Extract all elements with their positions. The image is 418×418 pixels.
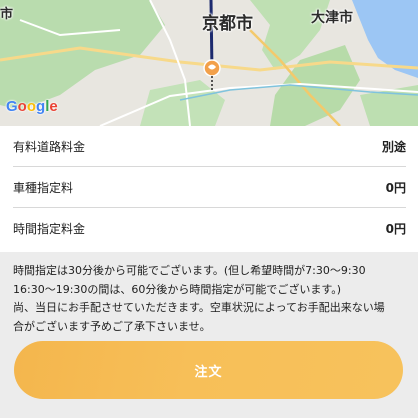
fee-value: 別途	[381, 140, 406, 154]
google-logo: Google	[6, 98, 58, 115]
notice-line: 16:30～19:30の間は、60分後から時間指定が可能でございます。)	[13, 282, 342, 296]
fee-label: 時間指定料金	[13, 222, 86, 236]
map-label-otsu: 大津市	[311, 10, 353, 26]
notice-line: 時間指定は30分後から可能でございます。(但し希望時間が7:30～9:30	[13, 264, 366, 277]
order-button-label: 注文	[194, 364, 223, 380]
fee-value: 0円	[385, 181, 406, 195]
google-logo-letter: g	[36, 98, 46, 115]
google-logo-letter: o	[17, 98, 27, 115]
fee-row-toll: 有料道路料金 別途	[13, 126, 406, 167]
fee-list: 有料道路料金 別途 車種指定料 0円 時間指定料金 0円	[0, 126, 418, 252]
google-logo-letter: o	[26, 98, 37, 115]
fee-row-time-specified: 時間指定料金 0円	[13, 208, 406, 249]
map-label-kyoto: 京都市	[202, 14, 253, 34]
fee-label: 有料道路料金	[13, 140, 86, 154]
order-button[interactable]: 注文	[14, 341, 403, 399]
fee-row-vehicle-type: 車種指定料 0円	[13, 167, 406, 208]
map-label-edge: 市	[0, 7, 14, 22]
fee-value: 0円	[385, 222, 406, 236]
fee-label: 車種指定料	[13, 181, 74, 195]
notice-line: 尚、当日にお手配させていただきます。空車状況によってお手配出来ない場	[13, 301, 385, 314]
notice-line: 合がございます予めご了承下さいませ。	[13, 319, 211, 333]
time-notice: 時間指定は30分後から可能でございます。(但し希望時間が7:30～9:30 16…	[13, 262, 408, 336]
google-logo-letter: e	[49, 98, 58, 115]
google-logo-letter: G	[6, 98, 18, 115]
map-view[interactable]: 京都市 大津市 市 Google	[0, 0, 418, 126]
